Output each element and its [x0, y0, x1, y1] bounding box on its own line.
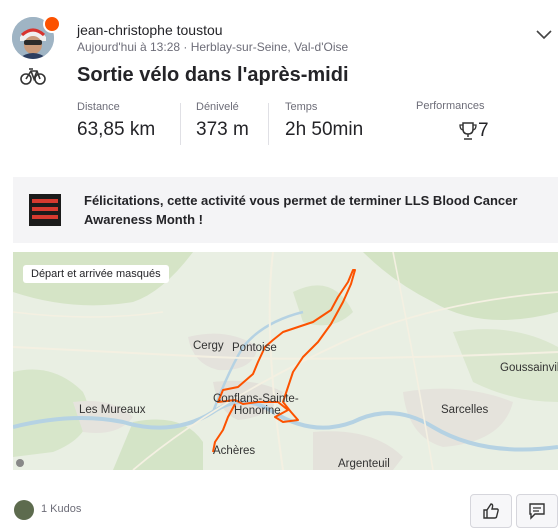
stat-divider [180, 103, 181, 145]
activity-meta: Aujourd'hui à 13:28 · Herblay-sur-Seine,… [77, 40, 349, 54]
give-kudos-button[interactable] [470, 494, 512, 528]
map-label-conflans: Conflans-Sainte- [213, 393, 299, 405]
map-label-pontoise: Pontoise [232, 342, 277, 354]
premium-badge-icon [43, 15, 61, 33]
stat-divider [268, 103, 269, 145]
bike-icon [20, 68, 46, 85]
activity-title[interactable]: Sortie vélo dans l'après-midi [77, 64, 349, 87]
comment-icon [529, 503, 545, 520]
athlete-name[interactable]: jean-christophe toustou [77, 22, 223, 38]
performances-count: 7 [478, 120, 489, 141]
privacy-notice: Départ et arrivée masqués [23, 265, 169, 283]
stat-value: 2h 50min [285, 119, 364, 140]
comment-button[interactable] [516, 494, 558, 528]
challenge-badge [29, 194, 61, 226]
stat-label: Performances [416, 100, 485, 112]
map-label-goussainville: Goussainville [500, 362, 558, 374]
chevron-down-icon[interactable] [535, 25, 553, 43]
trophy-icon [459, 122, 477, 140]
map-label-cergy: Cergy [193, 340, 224, 352]
stat-value: 63,85 km [77, 119, 156, 140]
promo-message: Félicitations, cette activité vous perme… [84, 193, 518, 227]
stat-performances[interactable]: Performances 7 [416, 100, 489, 142]
stat-time: Temps 2h 50min [285, 101, 363, 141]
map-label-acheres: Achères [213, 445, 256, 457]
stat-label: Dénivelé [196, 101, 239, 113]
stat-elevation: Dénivelé 373 m [196, 101, 249, 141]
stat-value: 373 m [196, 119, 249, 140]
performances-value-row: 7 [458, 120, 489, 142]
map-label-argenteuil: Argenteuil [338, 458, 390, 470]
thumbs-up-icon [483, 503, 499, 519]
kudos-count[interactable]: 1 Kudos [41, 503, 81, 515]
stat-distance: Distance 63,85 km [77, 101, 155, 141]
kudos-avatar[interactable] [14, 500, 34, 520]
map-label-sarcelles: Sarcelles [441, 404, 489, 416]
map-label-honorine: Honorine [234, 405, 281, 417]
stat-label: Distance [77, 101, 120, 113]
challenge-promo[interactable]: Félicitations, cette activité vous perme… [13, 177, 558, 243]
stat-label: Temps [285, 101, 318, 113]
route-map[interactable]: Départ et arrivée masqués Cergy Pontoise… [13, 252, 558, 470]
map-label-les-mureaux: Les Mureaux [79, 404, 146, 416]
map-canvas [13, 252, 558, 470]
